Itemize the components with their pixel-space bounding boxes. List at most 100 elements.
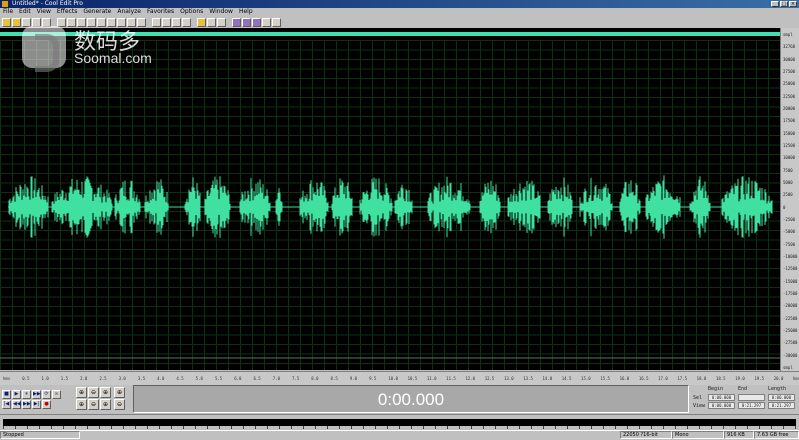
- menu-generate[interactable]: Generate: [83, 8, 111, 16]
- overview-range-bar[interactable]: [0, 32, 780, 36]
- open-icon[interactable]: [12, 17, 21, 27]
- save-all-icon[interactable]: [32, 17, 41, 27]
- redo-icon[interactable]: [137, 17, 146, 27]
- cue-icon[interactable]: [197, 17, 206, 27]
- fast-forward-button[interactable]: ▶▶: [22, 400, 31, 409]
- time-ruler[interactable]: hms 0.5 1.0 1.5 2.0 2.5 3.0 3.5 4.0 4.5 5.0 5.5 6.0 6…: [0, 371, 799, 385]
- view-end-field[interactable]: 0:21.297: [738, 402, 765, 409]
- waveform-icon[interactable]: [172, 17, 181, 27]
- waveform-burst: [427, 176, 471, 238]
- close-button[interactable]: ×: [789, 1, 797, 7]
- paste-icon[interactable]: [87, 17, 96, 27]
- play-icon[interactable]: [207, 17, 216, 27]
- loop-button[interactable]: ⟳: [42, 390, 51, 399]
- time-tick-label: 19.5: [754, 376, 765, 381]
- time-display: 0:00.000: [133, 385, 689, 413]
- menu-file[interactable]: File: [3, 8, 13, 16]
- play-button[interactable]: ▶: [12, 390, 21, 399]
- waveform-burst: [204, 176, 231, 238]
- menu-analyze[interactable]: Analyze: [117, 8, 141, 16]
- time-tick-label: 9.0: [349, 376, 358, 381]
- zoom-icon[interactable]: [232, 17, 241, 27]
- status-format: 22050 ?16-bit: [620, 431, 672, 439]
- title-bar[interactable]: Untitled* - Cool Edit Pro _ □ ×: [0, 0, 799, 8]
- menu-options[interactable]: Options: [180, 8, 203, 16]
- amplitude-tick-label: -5000: [783, 229, 796, 235]
- menu-view[interactable]: View: [37, 8, 51, 16]
- toolbar-separator: [52, 18, 56, 27]
- favorites-icon[interactable]: [262, 17, 271, 27]
- time-tick-label: 5.0: [195, 376, 203, 381]
- end-header: End: [738, 386, 748, 392]
- amplitude-tick-label: -30000: [783, 352, 798, 358]
- undo-icon[interactable]: [127, 17, 136, 27]
- close-icon[interactable]: [42, 17, 51, 27]
- vertical-zoom-out-icon[interactable]: ⊖: [114, 399, 125, 410]
- menu-help[interactable]: Help: [239, 8, 253, 16]
- view-begin-field[interactable]: 0:00.000: [708, 402, 735, 409]
- amplitude-tick-label: 30000: [783, 56, 796, 62]
- amplitude-tick-label: -10000: [783, 254, 798, 259]
- play-to-end-button[interactable]: ▶▶: [32, 390, 41, 399]
- new-icon[interactable]: [2, 17, 11, 27]
- rewind-button[interactable]: ◀◀: [12, 400, 21, 409]
- menu-favorites[interactable]: Favorites: [147, 8, 174, 16]
- repeat-icon[interactable]: [152, 17, 161, 27]
- copy-icon[interactable]: [77, 17, 86, 27]
- settings-icon[interactable]: [217, 17, 226, 27]
- waveform-burst: [479, 180, 501, 234]
- zoom-in-icon[interactable]: ⊕: [76, 387, 87, 398]
- go-to-start-button[interactable]: |◀: [2, 400, 11, 409]
- save-icon[interactable]: [22, 17, 31, 27]
- zoom-left-icon[interactable]: ⊕: [76, 399, 87, 410]
- amplitude-tick-label: -17500: [783, 291, 798, 296]
- zoom-full-icon[interactable]: ⊕: [100, 387, 111, 398]
- multitrack-icon[interactable]: [57, 17, 66, 27]
- amplitude-tick-label: 15000: [783, 130, 796, 136]
- spectral-icon[interactable]: [162, 17, 171, 27]
- menu-window[interactable]: Window: [209, 8, 233, 16]
- minimize-button[interactable]: _: [771, 1, 779, 7]
- waveform-display[interactable]: [0, 40, 780, 370]
- menu-edit[interactable]: Edit: [19, 8, 31, 16]
- time-tick-label: 10.0: [388, 376, 398, 381]
- zoom-selection-icon[interactable]: ⊕: [100, 399, 111, 410]
- amplitude-tick-label: 17500: [783, 118, 796, 124]
- toolbar-separator: [192, 18, 196, 27]
- amplitude-tick-label: -25000: [783, 328, 798, 333]
- trim-icon[interactable]: [117, 17, 126, 27]
- sel-begin-field[interactable]: 0:00.000: [708, 394, 735, 401]
- sel-end-field[interactable]: [738, 394, 765, 401]
- time-tick-label: 19.0: [735, 376, 745, 381]
- sel-length-field[interactable]: 0:00.000: [768, 394, 795, 401]
- time-tick-label: 11.0: [426, 376, 437, 381]
- time-tick-label: 13.0: [503, 376, 514, 381]
- maximize-button[interactable]: □: [780, 1, 788, 7]
- pause-button[interactable]: ⏸: [22, 390, 31, 399]
- menu-effects[interactable]: Effects: [57, 8, 77, 16]
- stop-button[interactable]: ■: [2, 390, 11, 399]
- cut-icon[interactable]: [67, 17, 76, 27]
- view-length-field[interactable]: 0:21.297: [768, 402, 795, 409]
- go-to-end-button[interactable]: ▶|: [32, 400, 41, 409]
- time-tick-label: 20.0: [773, 376, 784, 381]
- paste-new-icon[interactable]: [97, 17, 106, 27]
- amplitude-tick-label: smpl: [783, 365, 793, 370]
- time-tick-label: 16.5: [638, 376, 649, 381]
- snap-icon[interactable]: [182, 17, 191, 27]
- help-icon[interactable]: [272, 17, 281, 27]
- waveform-burst: [275, 188, 283, 226]
- mix-paste-icon[interactable]: [107, 17, 116, 27]
- play-all-button[interactable]: ∞: [52, 390, 61, 399]
- zoom-right-icon[interactable]: ⊖: [88, 399, 99, 410]
- time-tick-label: 3.5: [137, 376, 146, 381]
- time-tick-label: 2.0: [80, 376, 88, 381]
- time-tick-label: 7.0: [272, 376, 280, 381]
- zoom-out-icon[interactable]: ⊖: [88, 387, 99, 398]
- vertical-zoom-in-icon[interactable]: ⊕: [114, 387, 125, 398]
- waveform-burst: [144, 179, 169, 235]
- amplitude-tick-label: 32768: [783, 44, 796, 50]
- scripts-icon[interactable]: [252, 17, 261, 27]
- info-icon[interactable]: [242, 17, 251, 27]
- record-button[interactable]: ●: [42, 400, 51, 409]
